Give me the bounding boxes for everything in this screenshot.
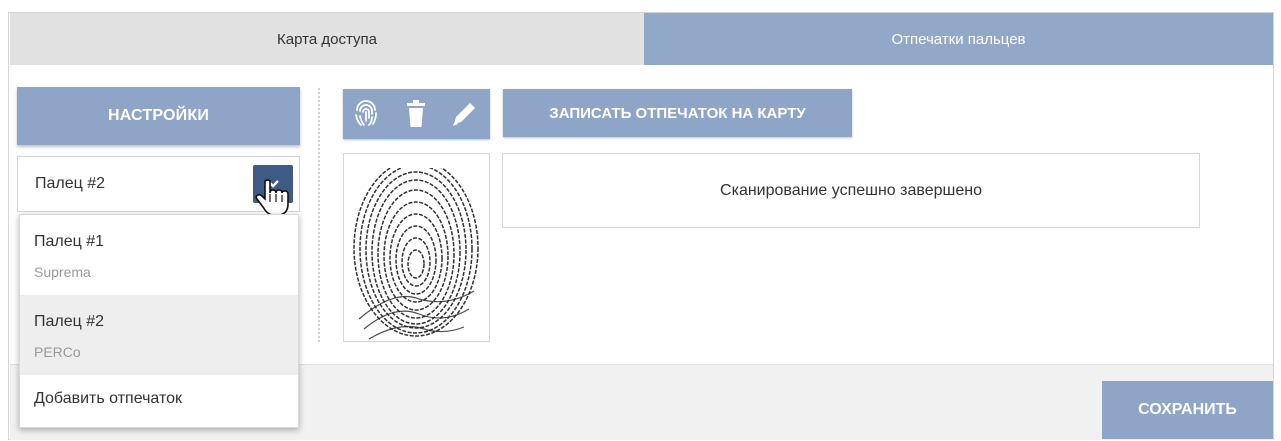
dotted-divider	[318, 88, 320, 342]
add-fingerprint-label: Добавить отпечаток	[34, 390, 182, 407]
finger-select-value: Палец #2	[35, 175, 106, 192]
status-text: Сканирование успешно завершено	[720, 181, 982, 199]
tab-bar: Карта доступа Отпечатки пальцев	[10, 13, 1273, 65]
fingerprint-icon[interactable]	[351, 98, 381, 130]
option-name: Палец #1	[34, 233, 105, 250]
hand-cursor-icon	[255, 179, 289, 216]
fingerprint-toolbar	[343, 89, 490, 139]
settings-button[interactable]: НАСТРОЙКИ	[17, 87, 300, 145]
scan-status-message: Сканирование успешно завершено	[502, 153, 1200, 228]
save-button[interactable]: СОХРАНИТЬ	[1102, 381, 1273, 439]
write-fingerprint-to-card-button[interactable]: ЗАПИСАТЬ ОТПЕЧАТОК НА КАРТУ	[503, 89, 852, 137]
dropdown-option-finger-2[interactable]: Палец #2 PERCo	[20, 295, 298, 375]
finger-dropdown-menu: Палец #1 Suprema Палец #2 PERCo Добавить…	[19, 214, 299, 428]
option-name: Палец #2	[34, 313, 105, 330]
fingerprint-scan-graphic	[344, 154, 489, 340]
option-vendor: Suprema	[34, 264, 91, 280]
pencil-icon[interactable]	[449, 98, 479, 130]
tab-fingerprints[interactable]: Отпечатки пальцев	[644, 13, 1273, 65]
fingerprint-image	[343, 153, 490, 342]
trash-icon[interactable]	[401, 98, 431, 130]
dropdown-option-add-fingerprint[interactable]: Добавить отпечаток	[20, 375, 298, 427]
dropdown-option-finger-1[interactable]: Палец #1 Suprema	[20, 215, 298, 295]
tab-access-card[interactable]: Карта доступа	[10, 13, 644, 65]
option-vendor: PERCo	[34, 344, 81, 360]
